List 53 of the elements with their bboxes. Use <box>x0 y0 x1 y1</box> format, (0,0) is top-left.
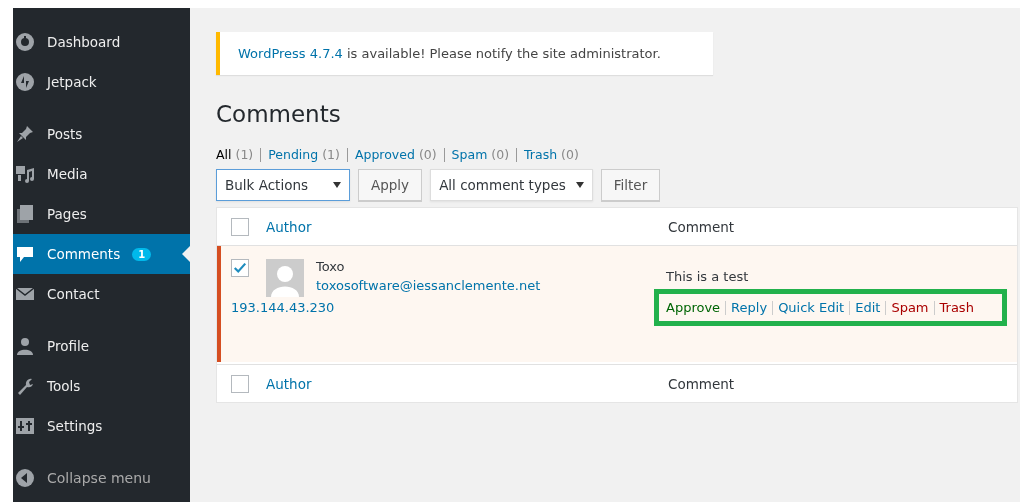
update-link[interactable]: WordPress 4.7.4 <box>238 46 343 61</box>
filter-button[interactable]: Filter <box>600 169 661 201</box>
caret-icon <box>575 182 584 188</box>
sidebar-item[interactable]: Pages <box>13 194 190 234</box>
checkbox[interactable] <box>231 217 249 236</box>
count-label: (1) <box>322 147 340 162</box>
column-header: Comment <box>668 218 735 235</box>
count-badge: 1 <box>132 247 152 261</box>
checkbox[interactable] <box>231 259 249 277</box>
row-action-link[interactable]: Approve <box>666 300 721 315</box>
avatar-icon <box>266 259 304 297</box>
count-label: (0) <box>491 147 510 162</box>
sidebar-item[interactable]: Media <box>13 154 190 194</box>
filter-link[interactable]: Spam <box>451 147 488 162</box>
row-action-link[interactable]: Spam <box>891 300 929 315</box>
author-email[interactable]: toxosoftware@iessanclemente.net <box>316 278 541 293</box>
page-title: Comments <box>216 101 342 127</box>
filter-link[interactable]: All <box>216 147 232 162</box>
row-action-link[interactable]: Reply <box>731 300 768 315</box>
count-label: (0) <box>418 147 437 162</box>
filter-link[interactable]: Pending <box>268 147 319 162</box>
collapse-menu-button[interactable]: Collapse menu <box>13 458 190 498</box>
sidebar-item[interactable]: Contact <box>13 274 190 314</box>
checkbox[interactable] <box>231 374 249 393</box>
row-action-link[interactable]: Edit <box>855 300 881 315</box>
update-notice: WordPress 4.7.4 is available! Please notify the site administrator. <box>216 32 713 75</box>
count-label: (0) <box>561 147 579 162</box>
dropdown[interactable]: Bulk Actions <box>216 169 350 201</box>
speech-bubble-icon <box>15 244 35 264</box>
column-header[interactable]: Author <box>266 375 668 392</box>
pages-icon <box>15 204 35 224</box>
sidebar-item[interactable]: Tools <box>13 366 190 406</box>
filter-link[interactable]: Trash <box>524 147 558 162</box>
sidebar-item[interactable]: Dashboard <box>13 22 190 62</box>
count-label: (1) <box>235 147 254 162</box>
sidebar-item[interactable]: Jetpack <box>13 62 190 102</box>
dropdown[interactable]: All comment types <box>430 169 593 201</box>
comment-text: This is a test <box>666 269 750 284</box>
filter-link[interactable]: Approved <box>354 147 415 162</box>
column-header[interactable]: Author <box>266 218 668 235</box>
author-name: Toxo <box>316 259 346 274</box>
user-icon <box>15 336 35 356</box>
sidebar-item[interactable]: Posts <box>13 114 190 154</box>
sidebar-item[interactable]: Comments 1 <box>13 234 190 274</box>
sidebar-item[interactable]: Settings <box>13 406 190 446</box>
pin-icon <box>15 124 35 144</box>
media-icon <box>15 164 35 184</box>
sidebar-item[interactable]: Profile <box>13 326 190 366</box>
caret-icon <box>333 182 341 188</box>
row-action-link[interactable]: Trash <box>939 300 974 315</box>
row-action-link[interactable]: Quick Edit <box>778 300 845 315</box>
apply-button[interactable]: Apply <box>358 169 423 201</box>
column-header: Comment <box>668 375 735 392</box>
